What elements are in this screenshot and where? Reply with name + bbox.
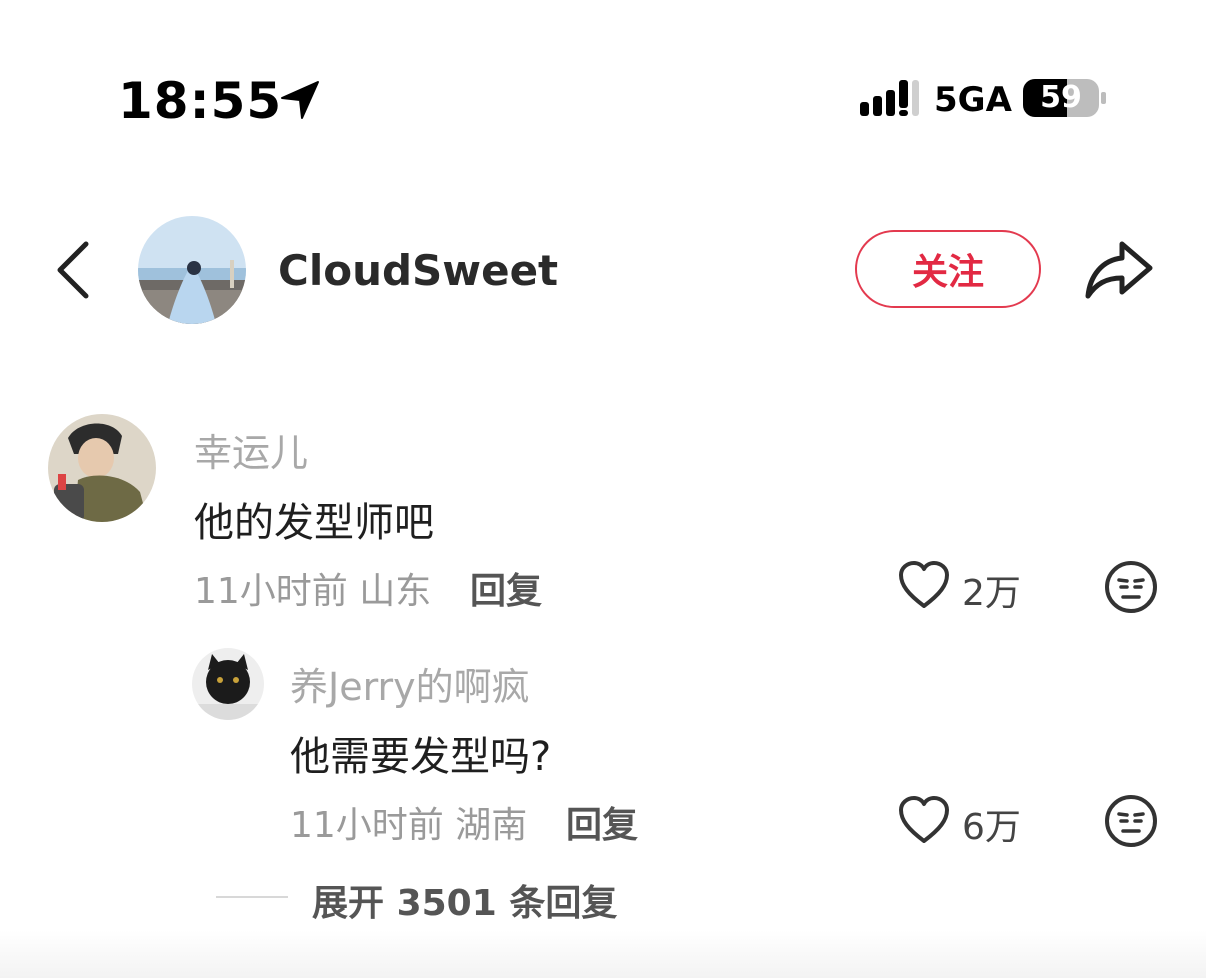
comment-location: 山东 bbox=[359, 571, 432, 612]
comment-text: 他的发型师吧 bbox=[194, 500, 434, 546]
signal-strength-icon bbox=[860, 80, 919, 116]
network-type: 5GA bbox=[934, 80, 1012, 120]
back-chevron-icon[interactable] bbox=[52, 238, 96, 302]
status-time: 18:55 bbox=[118, 72, 283, 130]
expand-suffix: 条回复 bbox=[509, 883, 618, 924]
dislike-face-icon[interactable] bbox=[1104, 560, 1158, 614]
dislike-face-icon[interactable] bbox=[1104, 794, 1158, 848]
reply-location: 湖南 bbox=[455, 805, 528, 846]
comment-meta: 11小时前 山东 bbox=[194, 562, 431, 614]
author-avatar[interactable] bbox=[138, 216, 246, 324]
comment-time: 11小时前 bbox=[194, 571, 348, 612]
reply-meta: 11小时前 湖南 bbox=[290, 796, 527, 848]
battery-level: 59 bbox=[1040, 80, 1082, 115]
reply-time: 11小时前 bbox=[290, 805, 444, 846]
expand-divider bbox=[216, 896, 288, 898]
reply-button[interactable]: 回复 bbox=[470, 562, 542, 614]
reply-text: 他需要发型吗? bbox=[290, 734, 552, 780]
follow-button[interactable]: 关注 bbox=[855, 230, 1041, 308]
expand-replies-link[interactable]: 展开 3501 条回复 bbox=[312, 874, 617, 926]
expand-count: 3501 bbox=[396, 883, 497, 924]
commenter-avatar[interactable] bbox=[48, 414, 156, 522]
share-icon[interactable] bbox=[1082, 236, 1156, 302]
bottom-fade bbox=[0, 930, 1206, 978]
reply-button[interactable]: 回复 bbox=[566, 796, 638, 848]
expand-prefix: 展开 bbox=[312, 883, 385, 924]
reply-author[interactable]: 养Jerry的啊疯 bbox=[290, 656, 530, 711]
like-count: 2万 bbox=[962, 573, 1021, 614]
location-arrow-icon bbox=[281, 81, 319, 119]
comment-author[interactable]: 幸运儿 bbox=[194, 422, 308, 477]
like-heart-icon[interactable] bbox=[898, 795, 950, 845]
like-heart-icon[interactable] bbox=[898, 560, 950, 610]
reply-author-avatar[interactable] bbox=[192, 648, 264, 720]
like-count: 6万 bbox=[962, 807, 1021, 848]
author-name[interactable]: CloudSweet bbox=[278, 246, 558, 295]
